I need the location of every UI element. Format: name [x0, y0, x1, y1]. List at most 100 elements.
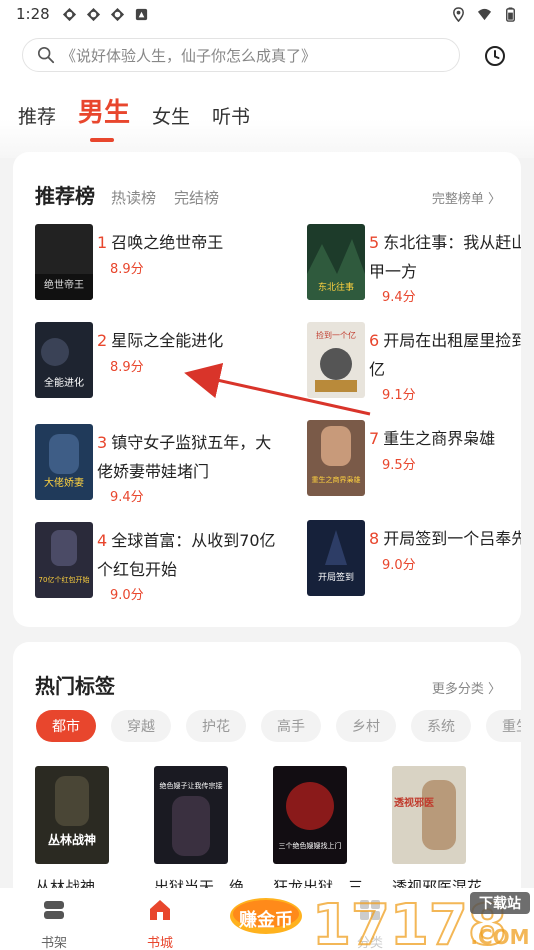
rank-number: 3	[97, 433, 108, 452]
status-time: 1:28	[16, 5, 50, 23]
rank-number: 2	[97, 331, 108, 350]
hot-tags-card: 热门标签 更多分类 〉 都市 穿越 护花 高手 乡村 系统 重生 丛林战神 丛林…	[13, 642, 521, 902]
book-score: 8.9分	[110, 262, 144, 277]
rank-number: 4	[97, 531, 108, 550]
full-ranking-link[interactable]: 完整榜单 〉	[432, 188, 501, 207]
nav-earn-coins[interactable]: 赚金币	[228, 892, 304, 940]
book-score: 9.0分	[110, 588, 144, 603]
cover-text: 捡到一个亿	[316, 330, 356, 340]
cover-text: 重生之商界枭雄	[312, 475, 361, 484]
tag-list: 都市 穿越 护花 高手 乡村 系统 重生	[36, 710, 521, 742]
rank-item[interactable]: 绝世帝王 1 召唤之绝世帝王 8.9分	[35, 224, 295, 304]
book-card[interactable]: 绝色嫂子让我传宗接 出狱当天，绝	[154, 766, 244, 897]
book-card[interactable]: 丛林战神 丛林战神	[35, 766, 115, 897]
ranking-title: 推荐榜	[35, 184, 95, 208]
tab-audiobook[interactable]: 听书	[212, 102, 250, 129]
cover-text: 丛林战神	[48, 832, 96, 847]
tag-chip[interactable]: 系统	[411, 710, 471, 742]
rank-item[interactable]: 70亿个红包开始 4 全球首富：从收到70亿个红包开始 9.0分	[35, 522, 295, 603]
nav-bookstore[interactable]: 书城	[130, 898, 190, 950]
book-cover: 绝世帝王	[35, 224, 93, 300]
book-cover: 开局签到	[307, 520, 365, 596]
book-card[interactable]: 透视邪医 透视邪医混花	[392, 766, 482, 897]
notification-icon	[135, 8, 147, 20]
bookshelf-icon	[44, 901, 64, 919]
rank-number: 5	[369, 233, 380, 252]
watermark-tag: 下载站	[479, 895, 521, 912]
hot-tags-title: 热门标签	[35, 674, 115, 698]
book-title: 星际之全能进化	[111, 331, 224, 350]
rank-item[interactable]: 重生之商界枭雄 7 重生之商界枭雄 9.5分	[307, 420, 521, 500]
book-score: 9.0分	[382, 558, 416, 573]
book-score: 9.1分	[382, 388, 416, 403]
tab-recommend[interactable]: 推荐	[18, 102, 56, 129]
search-input[interactable]: 《说好体验人生，仙子你怎么成真了》	[22, 38, 460, 72]
book-score: 9.4分	[110, 490, 144, 505]
cover-text: 三个绝色嫂嫂找上门	[279, 841, 342, 850]
book-cover: 丛林战神	[35, 766, 109, 864]
cover-text: 大佬娇妻	[44, 476, 84, 489]
book-cover: 全能进化	[35, 322, 93, 398]
search-placeholder: 《说好体验人生，仙子你怎么成真了》	[61, 46, 317, 65]
app-icon	[86, 7, 100, 21]
tab-hot-read[interactable]: 热读榜	[111, 187, 156, 208]
status-bar: 1:28	[0, 0, 534, 28]
nav-label: 书城	[146, 936, 173, 950]
book-cover: 三个绝色嫂嫂找上门	[273, 766, 347, 864]
book-title: 开局签到一个吕奉先	[383, 529, 521, 548]
cover-text: 70亿个红包开始	[39, 575, 90, 584]
rank-number: 8	[369, 529, 380, 548]
book-cover: 东北往事	[307, 224, 365, 300]
home-icon	[150, 900, 170, 920]
cover-text: 绝世帝王	[44, 278, 84, 291]
app-icon	[62, 7, 76, 21]
battery-icon	[506, 6, 515, 22]
watermark-domain: .COM	[470, 925, 529, 949]
book-cover: 绝色嫂子让我传宗接	[154, 766, 228, 864]
cover-text: 东北往事	[318, 281, 354, 293]
book-title: 东北往事：我从赶山富甲一方	[369, 233, 521, 281]
rank-item[interactable]: 东北往事 5东北往事：我从赶山富甲一方 9.4分	[307, 224, 521, 305]
nav-label: 书架	[40, 936, 67, 950]
rank-item[interactable]: 开局签到 8 开局签到一个吕奉先 9.0分	[307, 520, 521, 600]
book-title: 开局在出租屋里捡到一亿	[369, 331, 521, 379]
tag-chip[interactable]: 护花	[186, 710, 246, 742]
rank-item[interactable]: 大佬娇妻 3 镇守女子监狱五年，大佬娇妻带娃堵门 9.4分	[35, 424, 295, 505]
rank-item[interactable]: 捡到一个亿 6开局在出租屋里捡到一亿 9.1分	[307, 322, 521, 403]
book-cover: 70亿个红包开始	[35, 522, 93, 598]
book-title: 全球首富：从收到70亿个红包开始	[97, 531, 276, 579]
book-cover: 重生之商界枭雄	[307, 420, 365, 496]
more-categories-link[interactable]: 更多分类 〉	[432, 678, 501, 697]
tab-male[interactable]: 男生	[78, 92, 130, 142]
header: 《说好体验人生，仙子你怎么成真了》 推荐 男生 女生 听书	[0, 28, 534, 158]
location-icon	[453, 6, 464, 22]
tag-chip[interactable]: 高手	[261, 710, 321, 742]
cover-text: 透视邪医	[394, 796, 434, 809]
tag-chip[interactable]: 乡村	[336, 710, 396, 742]
book-score: 8.9分	[110, 360, 144, 375]
tag-chip[interactable]: 穿越	[111, 710, 171, 742]
tab-female[interactable]: 女生	[152, 102, 190, 129]
book-cover: 大佬娇妻	[35, 424, 93, 500]
cover-text: 开局签到	[318, 571, 354, 583]
rank-number: 6	[369, 331, 380, 350]
cover-text: 全能进化	[44, 376, 84, 389]
wifi-icon	[477, 8, 492, 20]
rank-number: 7	[369, 429, 380, 448]
book-cover: 透视邪医	[392, 766, 466, 864]
cover-text: 绝色嫂子让我传宗接	[160, 781, 223, 790]
book-title: 重生之商界枭雄	[383, 429, 496, 448]
rank-item[interactable]: 全能进化 2 星际之全能进化 8.9分	[35, 322, 295, 402]
tab-completed[interactable]: 完结榜	[174, 187, 219, 208]
app-icon	[110, 7, 124, 21]
book-score: 9.5分	[382, 458, 416, 473]
book-cover: 捡到一个亿	[307, 322, 365, 398]
book-score: 9.4分	[382, 290, 416, 305]
book-card[interactable]: 三个绝色嫂嫂找上门 狂龙出狱，三	[273, 766, 363, 897]
tag-chip[interactable]: 都市	[36, 710, 96, 742]
tag-chip[interactable]: 重生	[486, 710, 521, 742]
nav-bookshelf[interactable]: 书架	[24, 898, 84, 950]
site-watermark: 17178 下载站 .COM	[300, 884, 534, 950]
search-icon	[37, 46, 55, 64]
history-clock-icon[interactable]	[484, 45, 506, 67]
